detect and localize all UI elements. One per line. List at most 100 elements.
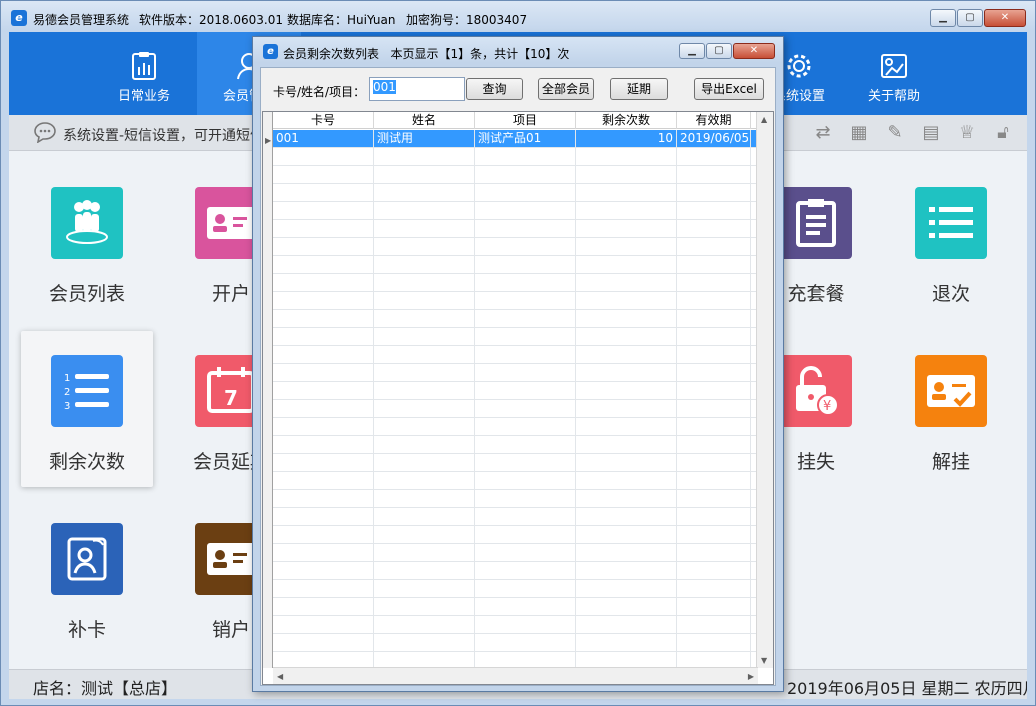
table-row[interactable]: 001 测试用 测试产品01 10 2019/06/05 xyxy=(273,130,758,148)
dialog-maximize-button[interactable]: ▢ xyxy=(706,43,732,59)
empty-cell xyxy=(677,382,751,399)
empty-cell xyxy=(374,400,475,417)
empty-cell xyxy=(273,490,374,507)
empty-cell xyxy=(677,544,751,561)
empty-cell xyxy=(475,238,576,255)
horizontal-scrollbar[interactable]: ◀ ▶ xyxy=(273,667,758,684)
empty-cell xyxy=(677,598,751,615)
ribbon-help[interactable]: 关于帮助 xyxy=(842,32,946,115)
empty-cell xyxy=(576,364,677,381)
tile-unlock[interactable]: 解挂 xyxy=(885,331,1017,487)
empty-cell xyxy=(374,166,475,183)
svg-text:2: 2 xyxy=(64,387,70,398)
empty-cell xyxy=(576,634,677,651)
scroll-up-icon[interactable]: ▲ xyxy=(761,115,767,124)
query-button[interactable]: 查询 xyxy=(466,78,523,100)
extend-button[interactable]: 延期 xyxy=(610,78,668,100)
empty-cell xyxy=(273,598,374,615)
dongle-label: 加密狗号：18003407 xyxy=(406,13,528,27)
edit-note-icon[interactable]: ✎ xyxy=(881,121,909,145)
empty-grid-row xyxy=(273,382,758,400)
dialog-minimize-button[interactable]: ▁ xyxy=(679,43,705,59)
vertical-scrollbar[interactable]: ▲ ▼ xyxy=(756,112,773,668)
empty-cell xyxy=(374,256,475,273)
empty-cell xyxy=(475,166,576,183)
ribbon-daily-business[interactable]: 日常业务 xyxy=(92,32,196,115)
tile-label: 会员列表 xyxy=(48,283,125,305)
empty-cell xyxy=(273,508,374,525)
app-logo-icon: e xyxy=(263,44,278,59)
empty-grid-row xyxy=(273,562,758,580)
cell-remaining: 10 xyxy=(576,130,677,147)
maximize-button[interactable]: ▢ xyxy=(957,9,983,27)
empty-cell xyxy=(475,490,576,507)
card-replace-icon xyxy=(51,523,123,595)
tile-replace-card[interactable]: 补卡 xyxy=(21,499,153,655)
empty-cell xyxy=(475,580,576,597)
empty-grid-row xyxy=(273,418,758,436)
export-excel-button[interactable]: 导出Excel xyxy=(694,78,764,100)
col-item[interactable]: 项目 xyxy=(475,112,576,129)
empty-cell xyxy=(273,184,374,201)
empty-cell xyxy=(475,220,576,237)
all-members-button[interactable]: 全部会员 xyxy=(538,78,594,100)
col-remaining[interactable]: 剩余次数 xyxy=(576,112,677,129)
minimize-button[interactable]: ▁ xyxy=(930,9,956,27)
search-input[interactable]: 001 xyxy=(369,77,465,101)
scroll-down-icon[interactable]: ▼ xyxy=(761,656,767,665)
empty-cell xyxy=(677,166,751,183)
empty-grid-row xyxy=(273,472,758,490)
empty-cell xyxy=(576,238,677,255)
tile-label: 剩余次数 xyxy=(48,451,125,473)
search-label: 卡号/姓名/项目： xyxy=(273,85,366,99)
empty-cell xyxy=(677,436,751,453)
dialog-title: 会员剩余次数列表 本页显示【1】条，共计【10】次 xyxy=(283,45,569,62)
empty-cell xyxy=(677,274,751,291)
chat-bubble-icon xyxy=(34,122,56,143)
empty-cell xyxy=(677,238,751,255)
empty-grid-row xyxy=(273,598,758,616)
empty-cell xyxy=(273,202,374,219)
col-name[interactable]: 姓名 xyxy=(374,112,475,129)
shirt-icon[interactable]: ♕ xyxy=(953,121,981,145)
lock-icon[interactable]: 🔓︎ xyxy=(989,121,1017,145)
empty-cell xyxy=(374,346,475,363)
row-header: ▶ xyxy=(263,112,273,668)
empty-cell xyxy=(475,202,576,219)
empty-cell xyxy=(576,328,677,345)
empty-cell xyxy=(677,184,751,201)
empty-cell xyxy=(576,616,677,633)
remaining-grid[interactable]: ▶ 卡号 姓名 项目 剩余次数 有效期 001 测试用 测试产品01 10 20… xyxy=(262,111,774,685)
calendar-icon[interactable]: ▦ xyxy=(845,121,873,145)
search-input-value: 001 xyxy=(373,80,396,94)
empty-cell xyxy=(374,274,475,291)
empty-cell xyxy=(374,544,475,561)
svg-text:1: 1 xyxy=(64,373,70,384)
empty-cell xyxy=(576,544,677,561)
close-button[interactable]: ✕ xyxy=(984,9,1026,27)
empty-cell xyxy=(576,166,677,183)
member-transfer-icon[interactable]: ⇄ xyxy=(809,121,837,145)
empty-cell xyxy=(677,526,751,543)
empty-grid-row xyxy=(273,310,758,328)
tile-refund[interactable]: 退次 xyxy=(885,163,1017,319)
empty-cell xyxy=(677,580,751,597)
empty-cell xyxy=(576,472,677,489)
empty-grid-row xyxy=(273,292,758,310)
cell-card: 001 xyxy=(273,130,374,147)
empty-cell xyxy=(677,346,751,363)
empty-cell xyxy=(677,616,751,633)
empty-cell xyxy=(374,292,475,309)
scroll-left-icon[interactable]: ◀ xyxy=(277,672,283,681)
tile-member-list[interactable]: 会员列表 xyxy=(21,163,153,319)
scroll-right-icon[interactable]: ▶ xyxy=(748,672,754,681)
col-card[interactable]: 卡号 xyxy=(273,112,374,129)
tile-remaining-count[interactable]: 1 2 3 剩余次数 xyxy=(21,331,153,487)
col-expiry[interactable]: 有效期 xyxy=(677,112,751,129)
calculator-icon[interactable]: ▤ xyxy=(917,121,945,145)
empty-cell xyxy=(374,184,475,201)
empty-cell xyxy=(374,634,475,651)
empty-grid-row xyxy=(273,634,758,652)
empty-cell xyxy=(374,616,475,633)
dialog-close-button[interactable]: ✕ xyxy=(733,43,775,59)
